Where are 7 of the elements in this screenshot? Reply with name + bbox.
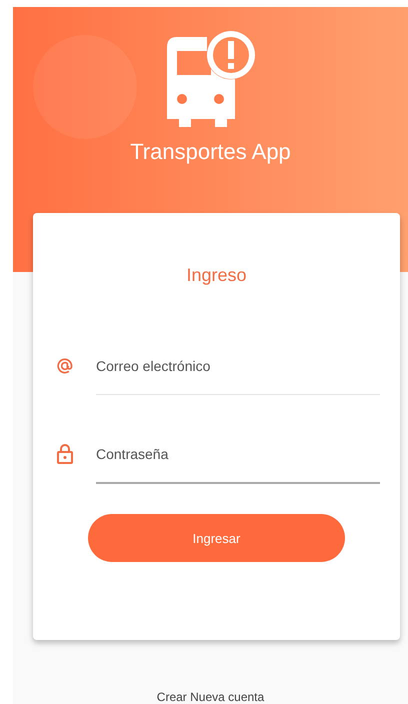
lock-icon bbox=[56, 444, 74, 464]
create-account-link[interactable]: Crear Nueva cuenta bbox=[156, 690, 264, 704]
email-field[interactable]: Correo electrónico bbox=[96, 352, 380, 395]
card-heading: Ingreso bbox=[186, 265, 247, 286]
at-sign-icon bbox=[54, 356, 74, 376]
password-field[interactable]: Contraseña bbox=[96, 440, 380, 484]
app-title: Transportes App bbox=[130, 139, 291, 165]
